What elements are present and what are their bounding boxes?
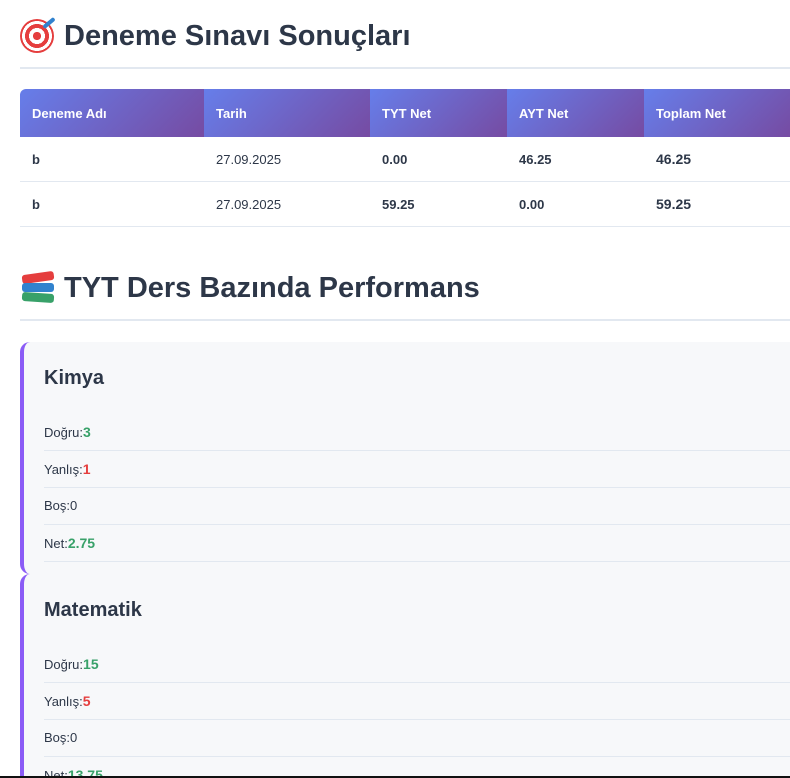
wrong-stat: Yanlış:1 xyxy=(44,451,790,488)
target-icon xyxy=(20,18,56,54)
subject-card-kimya: Kimya Doğru:3 Yanlış:1 Boş:0 Net:2.75 xyxy=(20,342,790,574)
correct-label: Doğru: xyxy=(44,425,84,440)
table-row[interactable]: b 27.09.2025 59.25 0.00 59.25 xyxy=(20,181,790,227)
books-icon xyxy=(20,270,56,306)
tyt-net-cell: 59.25 xyxy=(370,181,507,227)
column-header-ayt-net[interactable]: AYT Net xyxy=(507,89,644,137)
exam-date-cell: 27.09.2025 xyxy=(204,181,370,227)
exam-results-heading: Deneme Sınavı Sonuçları xyxy=(20,16,411,56)
correct-stat: Doğru:15 xyxy=(44,646,790,683)
results-page: Deneme Sınavı Sonuçları Deneme Adı Tarih… xyxy=(0,0,790,778)
column-header-tyt-net[interactable]: TYT Net xyxy=(370,89,507,137)
wrong-value: 1 xyxy=(82,461,91,477)
net-label: Net: xyxy=(44,536,68,551)
empty-label: Boş: xyxy=(44,730,71,745)
total-net-cell: 59.25 xyxy=(644,181,790,227)
empty-label: Boş: xyxy=(44,498,71,513)
subject-name: Kimya xyxy=(44,367,105,389)
heading-divider xyxy=(20,319,790,321)
net-stat: Net:13.75 xyxy=(44,757,790,778)
column-header-total-net[interactable]: Toplam Net xyxy=(644,89,790,137)
exam-results-table: Deneme Adı Tarih TYT Net AYT Net Toplam … xyxy=(20,89,790,227)
empty-value: 0 xyxy=(70,498,78,513)
empty-value: 0 xyxy=(70,730,78,745)
net-stat: Net:2.75 xyxy=(44,525,790,562)
empty-stat: Boş:0 xyxy=(44,720,790,757)
column-header-date[interactable]: Tarih xyxy=(204,89,370,137)
wrong-value: 5 xyxy=(82,693,91,709)
table-header-row: Deneme Adı Tarih TYT Net AYT Net Toplam … xyxy=(20,89,790,137)
column-header-exam-name[interactable]: Deneme Adı xyxy=(20,89,204,137)
exam-name-cell: b xyxy=(20,181,204,227)
ayt-net-cell: 46.25 xyxy=(507,137,644,182)
table-row[interactable]: b 27.09.2025 0.00 46.25 46.25 xyxy=(20,137,790,182)
correct-value: 3 xyxy=(83,424,91,440)
subject-card-matematik: Matematik Doğru:15 Yanlış:5 Boş:0 Net:13… xyxy=(20,574,790,778)
heading-divider xyxy=(20,67,790,69)
correct-stat: Doğru:3 xyxy=(44,414,790,451)
correct-label: Doğru: xyxy=(44,657,84,672)
correct-value: 15 xyxy=(83,656,99,672)
wrong-label: Yanlış: xyxy=(44,694,83,709)
exam-date-cell: 27.09.2025 xyxy=(204,137,370,182)
subject-performance-heading: TYT Ders Bazında Performans xyxy=(20,268,480,308)
exam-results-title: Deneme Sınavı Sonuçları xyxy=(64,19,411,52)
tyt-net-cell: 0.00 xyxy=(370,137,507,182)
total-net-cell: 46.25 xyxy=(644,137,790,182)
subject-name: Matematik xyxy=(44,599,142,621)
net-value: 2.75 xyxy=(67,535,96,551)
exam-name-cell: b xyxy=(20,137,204,182)
wrong-stat: Yanlış:5 xyxy=(44,683,790,720)
empty-stat: Boş:0 xyxy=(44,488,790,525)
ayt-net-cell: 0.00 xyxy=(507,181,644,227)
wrong-label: Yanlış: xyxy=(44,462,83,477)
subject-performance-title: TYT Ders Bazında Performans xyxy=(64,271,480,304)
